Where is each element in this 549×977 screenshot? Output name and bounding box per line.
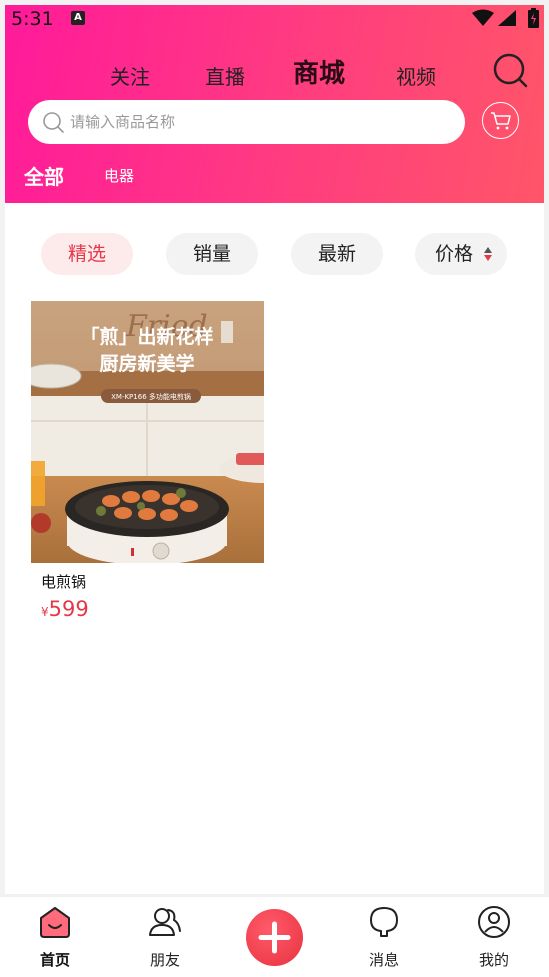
app-frame: 5:31 A 关注 直播 商城 视频 全部 电器 精选 销量 最新 价格 [5,5,544,894]
product-image[interactable]: Fried 「煎」出新花样 厨房新美学 XM-KP166 多功能电煎锅 [31,301,264,563]
cart-button[interactable] [482,102,519,139]
filter-sales-label: 销量 [192,243,231,265]
tab-mall[interactable]: 商城 [293,53,345,90]
header: 5:31 A 关注 直播 商城 视频 全部 电器 [5,5,544,203]
battery-icon [528,8,539,28]
wifi-icon [472,9,494,26]
publish-button[interactable] [246,909,303,966]
product-image-line2: 厨房新美学 [99,352,194,375]
category-appliances[interactable]: 电器 [104,165,134,186]
nav-messages[interactable]: 消息 [344,897,424,977]
price-value: 599 [48,597,89,621]
nav-home[interactable]: 首页 [15,897,95,977]
nav-profile[interactable]: 我的 [454,897,534,977]
tab-follow[interactable]: 关注 [110,61,150,90]
category-all[interactable]: 全部 [24,161,64,190]
tab-live[interactable]: 直播 [205,61,245,90]
message-icon [370,907,398,937]
filter-price-label: 价格 [434,243,473,265]
notification-a-icon: A [71,11,85,25]
nav-messages-label: 消息 [368,951,399,969]
search-icon[interactable] [491,51,531,91]
product-price: ¥599 [41,597,89,621]
friends-icon [149,908,181,936]
sort-arrows-icon [484,247,492,261]
tab-video[interactable]: 视频 [396,61,436,90]
price-currency: ¥ [41,605,49,619]
nav-profile-label: 我的 [478,951,509,969]
search-input-icon [43,112,64,133]
cart-icon [491,112,511,130]
product-card[interactable]: Fried 「煎」出新花样 厨房新美学 XM-KP166 多功能电煎锅 电煎锅 … [31,301,264,631]
filter-newest[interactable]: 最新 [291,233,383,275]
filter-sales[interactable]: 销量 [166,233,258,275]
home-icon [40,907,70,938]
filter-featured[interactable]: 精选 [41,233,133,275]
filter-newest-label: 最新 [317,243,356,265]
filter-featured-label: 精选 [67,243,106,265]
product-image-line1: 「煎」出新花样 [80,325,213,348]
nav-home-label: 首页 [39,951,70,969]
product-image-model: XM-KP166 多功能电煎锅 [111,392,191,401]
status-time: 5:31 [11,8,54,30]
status-bar: 5:31 A [5,5,544,33]
filter-bar: 精选 销量 最新 价格 [5,233,544,275]
nav-friends[interactable]: 朋友 [125,897,205,977]
nav-friends-label: 朋友 [149,951,180,969]
signal-icon [498,10,516,26]
product-photo: Fried 「煎」出新花样 厨房新美学 XM-KP166 多功能电煎锅 [31,301,264,563]
profile-icon [478,906,510,938]
bottom-nav: 首页 朋友 消息 我的 [0,897,549,977]
search-input[interactable] [70,108,440,136]
top-tabs: 关注 直播 商城 视频 [5,53,544,93]
filter-price[interactable]: 价格 [415,233,507,275]
product-name[interactable]: 电煎锅 [41,571,86,592]
search-bar[interactable] [28,100,465,144]
plus-icon [258,921,291,954]
